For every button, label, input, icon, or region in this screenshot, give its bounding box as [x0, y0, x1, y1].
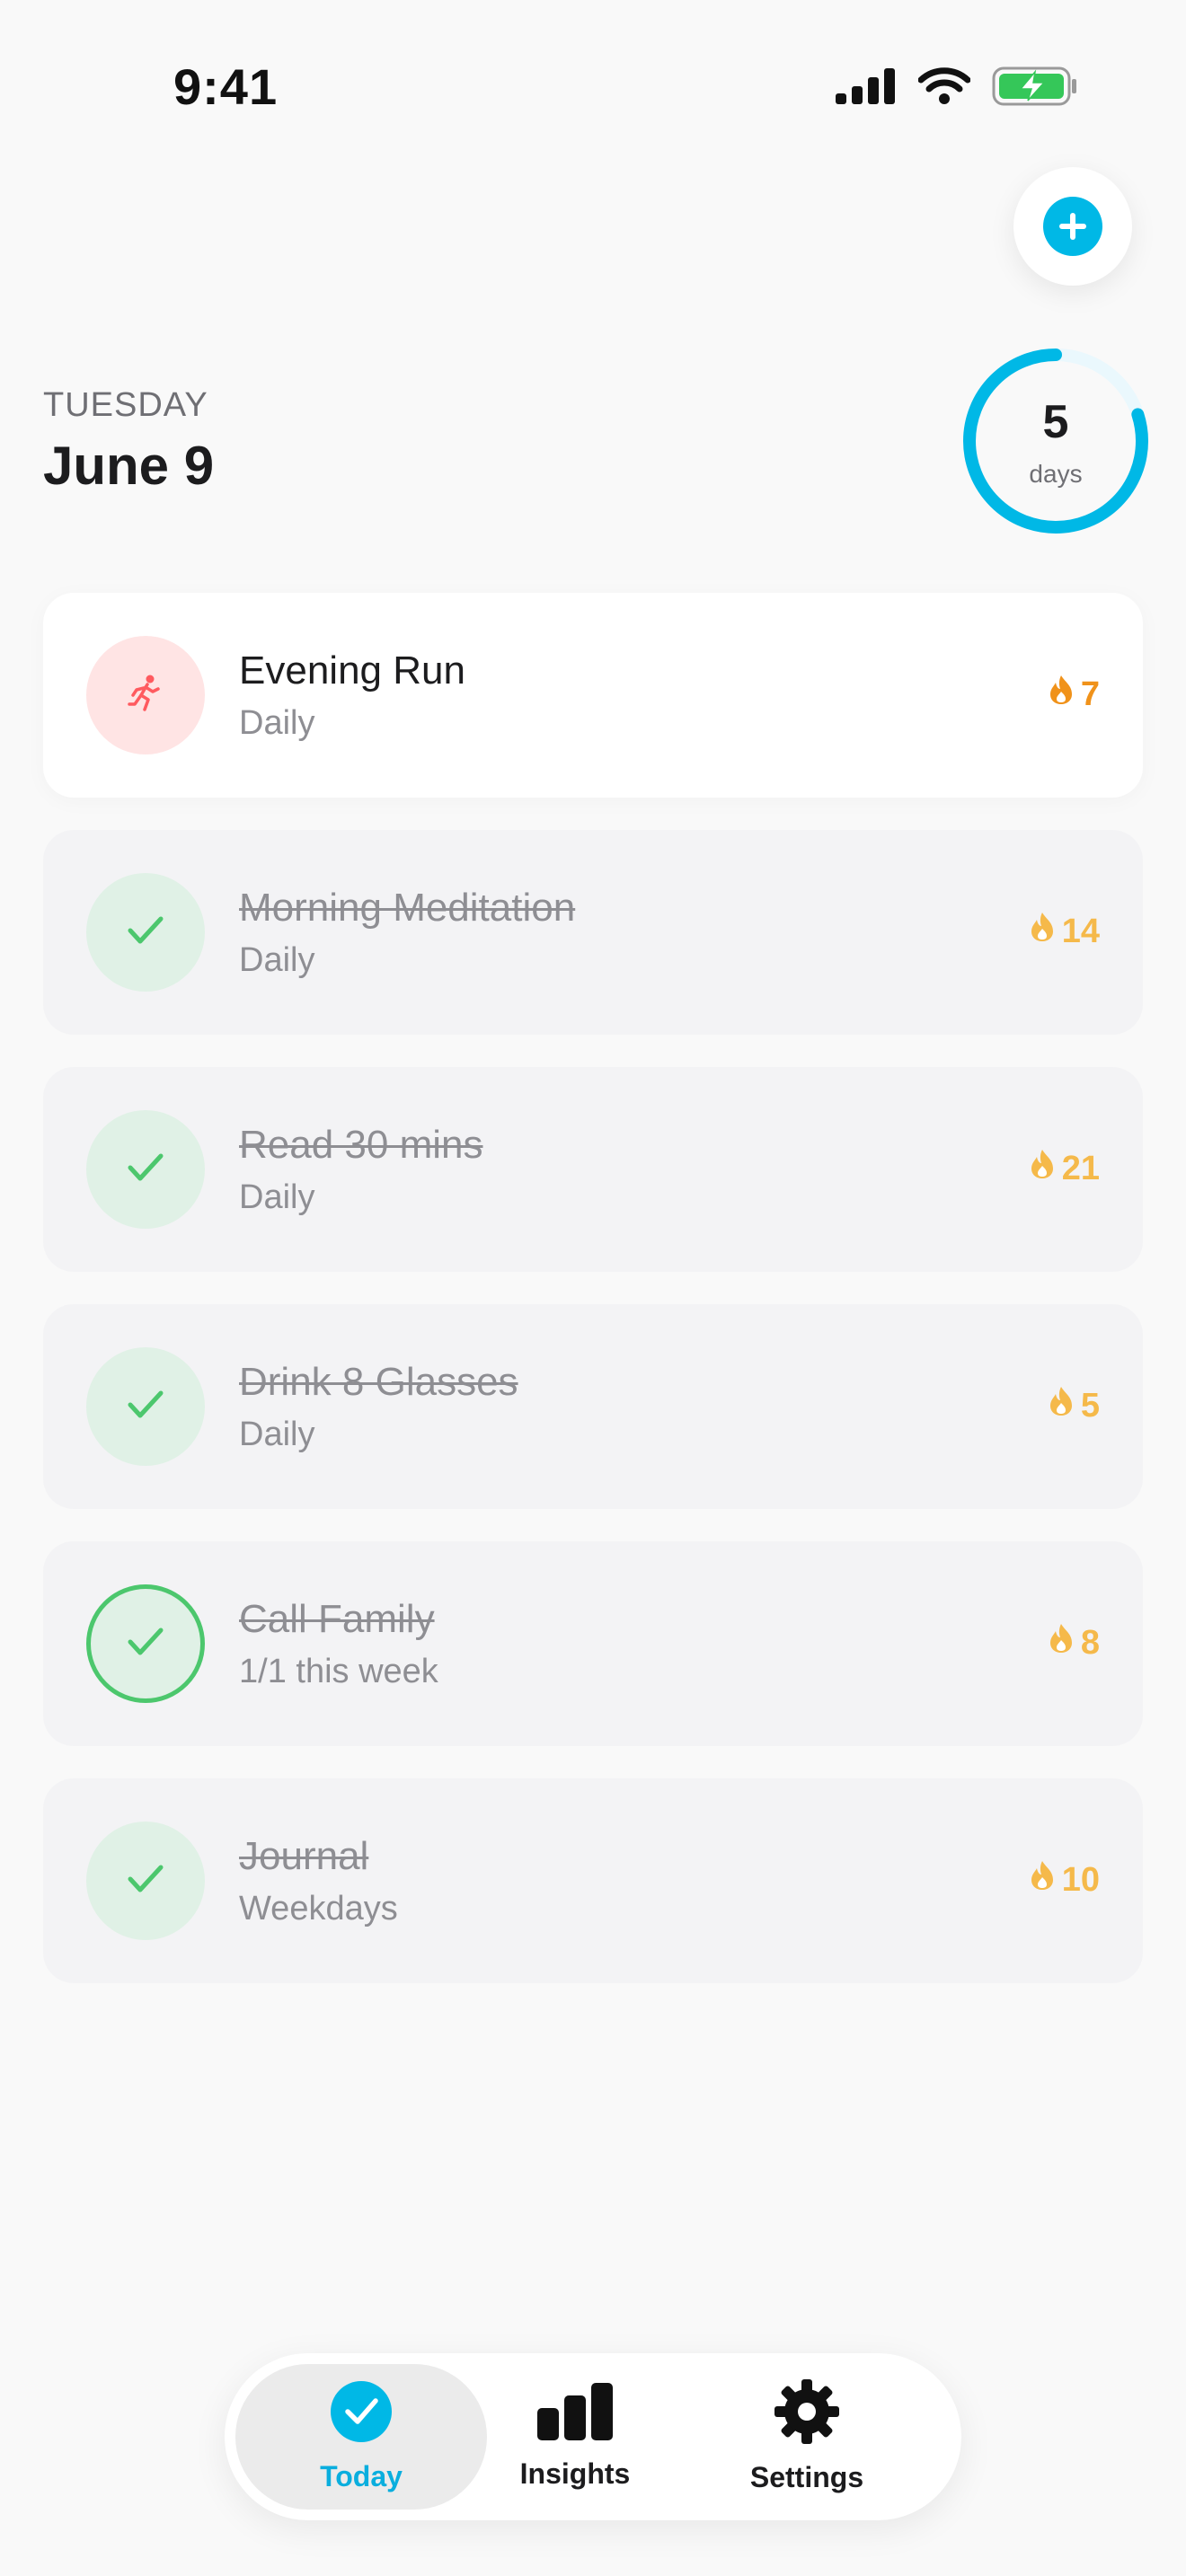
habit-title: Read 30 mins	[239, 1123, 483, 1167]
habit-title: Evening Run	[239, 648, 465, 693]
habit-card-call-family[interactable]: Call Family 1/1 this week 8	[43, 1541, 1143, 1746]
habit-card-drink-8-glasses[interactable]: Drink 8 Glasses Daily 5	[43, 1304, 1143, 1509]
flame-icon	[1030, 1859, 1055, 1901]
streak-count: 5	[1042, 396, 1069, 448]
habit-toggle[interactable]	[86, 636, 205, 754]
habit-streak-count: 7	[1080, 675, 1100, 713]
habit-streak: 7	[1049, 674, 1100, 715]
bar-chart-icon	[535, 2383, 615, 2445]
habit-card-read-30-mins[interactable]: Read 30 mins Daily 21	[43, 1067, 1143, 1272]
streak-unit: days	[1029, 460, 1083, 488]
habit-toggle[interactable]	[86, 1347, 205, 1466]
tab-today[interactable]: Today	[235, 2364, 487, 2510]
habit-card-morning-meditation[interactable]: Morning Meditation Daily 14	[43, 830, 1143, 1035]
running-icon	[126, 674, 165, 718]
checkmark-circle-icon	[330, 2380, 393, 2448]
tab-label: Insights	[519, 2457, 631, 2490]
habit-streak-count: 14	[1061, 912, 1100, 950]
checkmark-icon	[126, 914, 165, 951]
tab-label: Settings	[749, 2461, 864, 2493]
checkmark-icon	[126, 1151, 165, 1188]
flame-icon	[1049, 1385, 1074, 1426]
habit-card-evening-run[interactable]: Evening Run Daily 7	[43, 593, 1143, 798]
checkmark-icon	[126, 1626, 165, 1663]
checkmark-icon	[126, 1863, 165, 1900]
battery-charging-icon	[992, 66, 1078, 106]
habit-streak: 14	[1030, 911, 1100, 952]
habit-streak: 21	[1030, 1148, 1100, 1189]
tab-label: Today	[320, 2460, 403, 2492]
habit-streak-count: 8	[1080, 1623, 1100, 1662]
gear-icon	[774, 2379, 839, 2448]
habit-streak: 5	[1049, 1385, 1100, 1426]
habit-title: Drink 8 Glasses	[239, 1360, 518, 1404]
habit-toggle[interactable]	[86, 1584, 205, 1703]
habit-frequency: 1/1 this week	[239, 1653, 438, 1690]
habit-streak-count: 10	[1061, 1860, 1100, 1899]
streak-ring[interactable]: 5 days	[960, 345, 1152, 537]
tab-settings[interactable]: Settings	[699, 2364, 915, 2510]
add-habit-button[interactable]	[1013, 167, 1132, 286]
status-time: 9:41	[173, 58, 279, 115]
flame-icon	[1049, 674, 1074, 715]
habit-title: Journal	[239, 1834, 369, 1878]
habit-frequency: Daily	[239, 1416, 315, 1453]
status-icons	[836, 65, 1078, 108]
habit-streak-count: 5	[1080, 1386, 1100, 1425]
habit-toggle[interactable]	[86, 1822, 205, 1940]
habit-frequency: Daily	[239, 1178, 315, 1216]
habit-streak: 8	[1049, 1622, 1100, 1663]
habit-title: Call Family	[239, 1597, 435, 1641]
habit-streak: 10	[1030, 1859, 1100, 1901]
habit-streak-count: 21	[1061, 1149, 1100, 1187]
flame-icon	[1049, 1622, 1074, 1663]
plus-icon	[1043, 197, 1102, 256]
flame-icon	[1030, 1148, 1055, 1189]
habit-toggle[interactable]	[86, 1110, 205, 1229]
habit-frequency: Daily	[239, 941, 315, 979]
tab-bar: Today Insights Settings	[225, 2353, 961, 2520]
date-title: June 9	[43, 436, 215, 496]
checkmark-icon	[126, 1389, 165, 1425]
flame-icon	[1030, 911, 1055, 952]
habit-frequency: Weekdays	[239, 1890, 398, 1928]
tab-insights[interactable]: Insights	[467, 2364, 683, 2510]
habit-frequency: Daily	[239, 704, 315, 742]
habit-title: Morning Meditation	[239, 886, 576, 930]
weekday-label: TUESDAY	[43, 386, 208, 424]
signal-icon	[836, 68, 897, 104]
habit-card-journal[interactable]: Journal Weekdays 10	[43, 1778, 1143, 1983]
habit-toggle[interactable]	[86, 873, 205, 992]
wifi-icon	[918, 67, 970, 105]
